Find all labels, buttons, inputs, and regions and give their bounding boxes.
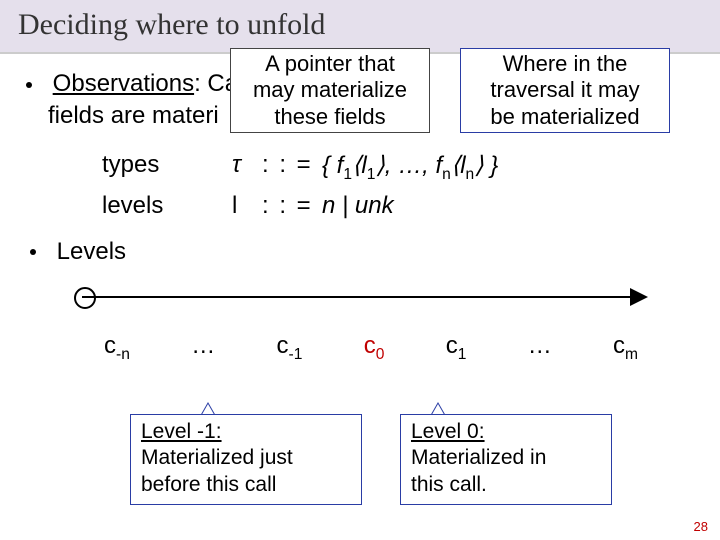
obs-text-2: fields are materi bbox=[48, 102, 219, 129]
cm-sub: m bbox=[625, 345, 638, 362]
callout-pointer: A pointer that may materialize these fie… bbox=[230, 48, 430, 133]
levels-symbol: l bbox=[232, 192, 262, 220]
page-number: 28 bbox=[694, 519, 708, 534]
rhs-sub1a: 1 bbox=[343, 166, 352, 183]
note-neg1-hdr: Level -1: bbox=[141, 420, 222, 443]
callout-where: Where in the traversal it may be materia… bbox=[460, 48, 670, 133]
rhs-ang2: ⟨l bbox=[451, 152, 466, 179]
slide-body: Observations: Ca n fields are materi a c… bbox=[0, 54, 720, 363]
c0-sub: 0 bbox=[376, 345, 385, 362]
c-zero: c0 bbox=[364, 332, 385, 364]
rhs-ang1: ⟨l bbox=[352, 152, 367, 179]
callout-pointer-l3: these fields bbox=[237, 104, 423, 130]
rhs-mid: ⟩, …, f bbox=[375, 152, 442, 179]
rhs-subnb: n bbox=[466, 166, 475, 183]
levels-rhs: n | unk bbox=[322, 192, 688, 220]
rhs-subna: n bbox=[442, 166, 451, 183]
levels-bullet: Levels bbox=[26, 238, 688, 266]
slide-title: Deciding where to unfold bbox=[18, 8, 325, 41]
callout-where-l2: traversal it may bbox=[467, 77, 663, 103]
note-0-hdr: Level 0: bbox=[411, 420, 485, 443]
callout-where-l1: Where in the bbox=[467, 51, 663, 77]
c-neg-n-sub: -n bbox=[116, 345, 130, 362]
c-neg-1: c-1 bbox=[277, 332, 303, 364]
types-label: types bbox=[102, 151, 232, 184]
c-neg1-sub: -1 bbox=[289, 345, 303, 362]
note-neg1-l3: before this call bbox=[141, 473, 276, 496]
rhs-open: { f bbox=[322, 152, 343, 179]
arrow-start-circle bbox=[74, 287, 96, 309]
c-one: c1 bbox=[446, 332, 467, 364]
c0-base: c bbox=[364, 332, 376, 359]
arrow-line bbox=[82, 296, 632, 298]
levels-bullet-label: Levels bbox=[57, 238, 126, 265]
levels-op: : : = bbox=[262, 192, 322, 220]
observations-label: Observations bbox=[53, 70, 194, 97]
c-m: cm bbox=[613, 332, 638, 364]
c-dots-2: … bbox=[528, 332, 552, 364]
bullet-icon-2 bbox=[30, 249, 36, 255]
title-bar: Deciding where to unfold bbox=[0, 0, 720, 54]
c-sequence: c-n … c-1 c0 c1 … cm bbox=[22, 332, 688, 364]
levels-label: levels bbox=[102, 192, 232, 220]
note-0-l3: this call. bbox=[411, 473, 487, 496]
c-neg1-base: c bbox=[277, 332, 289, 359]
cm-base: c bbox=[613, 332, 625, 359]
c-neg-n: c-n bbox=[104, 332, 130, 364]
c1-sub: 1 bbox=[458, 345, 467, 362]
timeline-arrow bbox=[82, 274, 648, 322]
slide: Deciding where to unfold Observations: C… bbox=[0, 0, 720, 540]
types-op: : : = bbox=[262, 151, 322, 184]
note-0-l2: Materialized in bbox=[411, 446, 546, 469]
note-level-neg1: Level -1: Materialized just before this … bbox=[130, 414, 362, 505]
note-neg1-l2: Materialized just bbox=[141, 446, 293, 469]
callout-where-l3: be materialized bbox=[467, 104, 663, 130]
bullet-icon bbox=[26, 82, 32, 88]
c-neg-n-base: c bbox=[104, 332, 116, 359]
c1-base: c bbox=[446, 332, 458, 359]
callout-pointer-l2: may materialize bbox=[237, 77, 423, 103]
callout-pointer-l1: A pointer that bbox=[237, 51, 423, 77]
note-level-0: Level 0: Materialized in this call. bbox=[400, 414, 612, 505]
types-rhs: { f1⟨l1⟩, …, fn⟨ln⟩ } bbox=[322, 151, 688, 184]
arrow-head-icon bbox=[630, 288, 648, 306]
rhs-close: ⟩ } bbox=[474, 152, 498, 179]
c-dots-1: … bbox=[191, 332, 215, 364]
types-symbol: τ bbox=[232, 151, 262, 184]
grammar-block: types τ : : = { f1⟨l1⟩, …, fn⟨ln⟩ } leve… bbox=[102, 151, 688, 220]
